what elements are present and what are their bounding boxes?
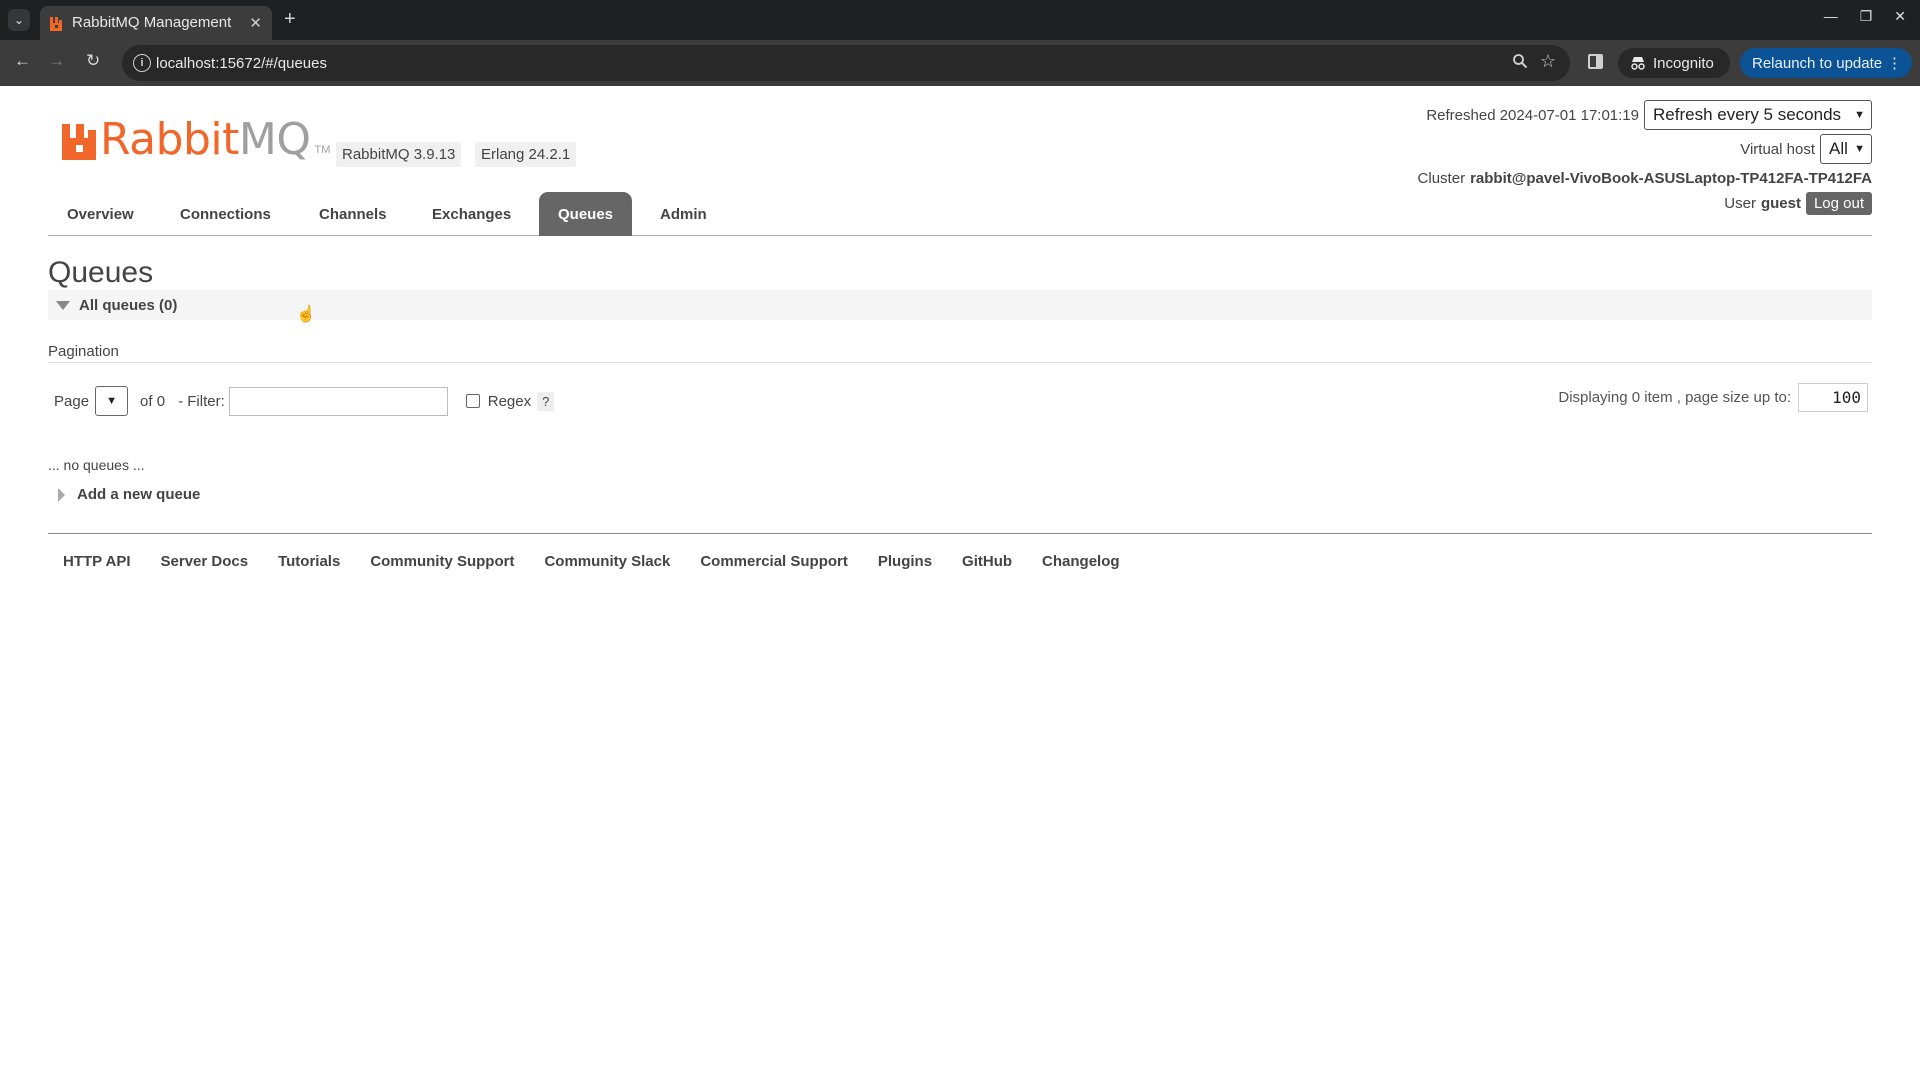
pagination-label: Pagination — [48, 343, 119, 360]
empty-queues-message: ... no queues ... — [48, 457, 145, 473]
refresh-interval-select[interactable]: Refresh every 5 seconds ▼ — [1644, 100, 1872, 130]
add-queue-section-header[interactable]: Add a new queue — [58, 486, 200, 503]
minimize-icon[interactable]: — — [1824, 8, 1838, 25]
pagination-divider — [48, 362, 1872, 363]
page-title: Queues — [48, 256, 154, 289]
new-tab-plus-icon[interactable]: + — [284, 8, 296, 31]
rabbitmq-logo[interactable]: RabbitMQ TM — [62, 118, 331, 162]
page-count: of 0 — [140, 392, 166, 410]
add-queue-label[interactable]: Add a new queue — [77, 486, 200, 503]
bookmark-star-icon[interactable]: ☆ — [1540, 51, 1556, 72]
all-queues-label[interactable]: All queues (0) — [79, 297, 177, 314]
expand-triangle-icon[interactable] — [58, 487, 65, 502]
site-info-icon[interactable]: i — [133, 54, 151, 72]
footer-divider — [48, 533, 1872, 534]
rabbitmq-logo-icon — [62, 124, 96, 160]
browser-tab[interactable]: RabbitMQ Management ✕ — [40, 6, 272, 40]
footer-link-commercial-support[interactable]: Commercial Support — [700, 553, 848, 570]
tab-connections[interactable]: Connections — [161, 192, 290, 236]
display-count-info: Displaying 0 item , page size up to: — [1558, 389, 1791, 406]
page-size-input[interactable]: 100 — [1798, 383, 1868, 412]
footer-links: HTTP API Server Docs Tutorials Community… — [48, 553, 1135, 570]
chevron-down-icon: ▼ — [1854, 109, 1865, 121]
main-nav: Overview Connections Channels Exchanges … — [48, 192, 1872, 236]
close-tab-icon[interactable]: ✕ — [249, 14, 262, 32]
virtual-host-value: All — [1829, 139, 1848, 158]
virtual-host-label: Virtual host — [1740, 140, 1815, 158]
page-content: RabbitMQ TM RabbitMQ 3.9.13 Erlang 24.2.… — [0, 86, 1920, 1080]
tab-queues[interactable]: Queues — [539, 192, 633, 236]
chevron-down-icon: ▼ — [106, 395, 117, 407]
relaunch-button[interactable]: Relaunch to update ⋮ — [1740, 48, 1912, 78]
back-arrow-icon[interactable]: ← — [14, 51, 31, 71]
regex-checkbox[interactable] — [465, 394, 480, 408]
refresh-interval-value: Refresh every 5 seconds — [1653, 105, 1842, 124]
filter-label: - Filter: — [178, 392, 225, 410]
logo-mq-text: MQ — [238, 114, 311, 165]
reload-icon[interactable]: ↻ — [86, 51, 100, 71]
footer-link-community-slack[interactable]: Community Slack — [544, 553, 670, 570]
logo-rabbit-text: Rabbit — [100, 114, 239, 165]
tab-overview[interactable]: Overview — [48, 192, 153, 236]
erlang-version-badge: Erlang 24.2.1 — [475, 142, 577, 167]
more-options-icon[interactable]: ⋮ — [1887, 54, 1902, 72]
page-select[interactable]: ▼ — [95, 386, 129, 416]
tab-title: RabbitMQ Management — [72, 14, 232, 31]
forward-arrow-icon[interactable]: → — [48, 51, 65, 71]
virtual-host-select[interactable]: All ▼ — [1820, 134, 1872, 164]
page-label: Page — [54, 392, 90, 410]
incognito-indicator[interactable]: Incognito — [1618, 48, 1730, 78]
regex-label: Regex — [487, 392, 532, 410]
footer-link-community-support[interactable]: Community Support — [370, 553, 514, 570]
window-close-icon[interactable]: ✕ — [1894, 8, 1906, 25]
chevron-down-icon: ▼ — [1854, 143, 1865, 155]
regex-help-button[interactable]: ? — [537, 391, 555, 411]
footer-link-changelog[interactable]: Changelog — [1042, 553, 1120, 570]
footer-link-http-api[interactable]: HTTP API — [63, 553, 131, 570]
logo-trademark: TM — [314, 144, 331, 156]
all-queues-section-header[interactable]: All queues (0) — [48, 290, 1872, 320]
restore-icon[interactable]: ❐ — [1860, 8, 1873, 25]
cluster-label: Cluster — [1417, 169, 1466, 187]
address-url[interactable]: localhost:15672/#/queues — [156, 55, 327, 72]
browser-tab-bar: ⌄ RabbitMQ Management ✕ + — ❐ ✕ — [0, 0, 1920, 40]
footer-link-plugins[interactable]: Plugins — [878, 553, 932, 570]
tab-search-chevron-icon[interactable]: ⌄ — [8, 9, 30, 31]
footer-link-github[interactable]: GitHub — [962, 553, 1012, 570]
rabbitmq-version-badge: RabbitMQ 3.9.13 — [336, 142, 462, 167]
pagination-controls: Page ▼ of 0 - Filter: Regex ? — [54, 384, 555, 418]
collapse-triangle-icon[interactable] — [56, 301, 70, 310]
incognito-icon — [1631, 57, 1645, 70]
address-bar[interactable]: i localhost:15672/#/queues ☆ — [122, 45, 1570, 81]
rabbitmq-favicon-icon — [50, 17, 62, 31]
tab-admin[interactable]: Admin — [641, 192, 726, 236]
footer-link-tutorials[interactable]: Tutorials — [278, 553, 340, 570]
tab-channels[interactable]: Channels — [300, 192, 406, 236]
footer-link-server-docs[interactable]: Server Docs — [161, 553, 249, 570]
side-panel-icon[interactable] — [1588, 54, 1603, 69]
incognito-label: Incognito — [1653, 54, 1714, 72]
cluster-name: rabbit@pavel-VivoBook-ASUSLaptop-TP412FA… — [1470, 169, 1872, 187]
zoom-icon[interactable] — [1512, 53, 1528, 69]
tab-exchanges[interactable]: Exchanges — [413, 192, 530, 236]
refreshed-timestamp: Refreshed 2024-07-01 17:01:19 — [1426, 106, 1639, 124]
browser-toolbar: ← → ↻ i localhost:15672/#/queues ☆ Incog… — [0, 40, 1920, 86]
relaunch-label: Relaunch to update — [1752, 54, 1883, 72]
filter-input[interactable] — [228, 386, 448, 416]
mouse-pointer-icon: ☝ — [296, 306, 316, 323]
